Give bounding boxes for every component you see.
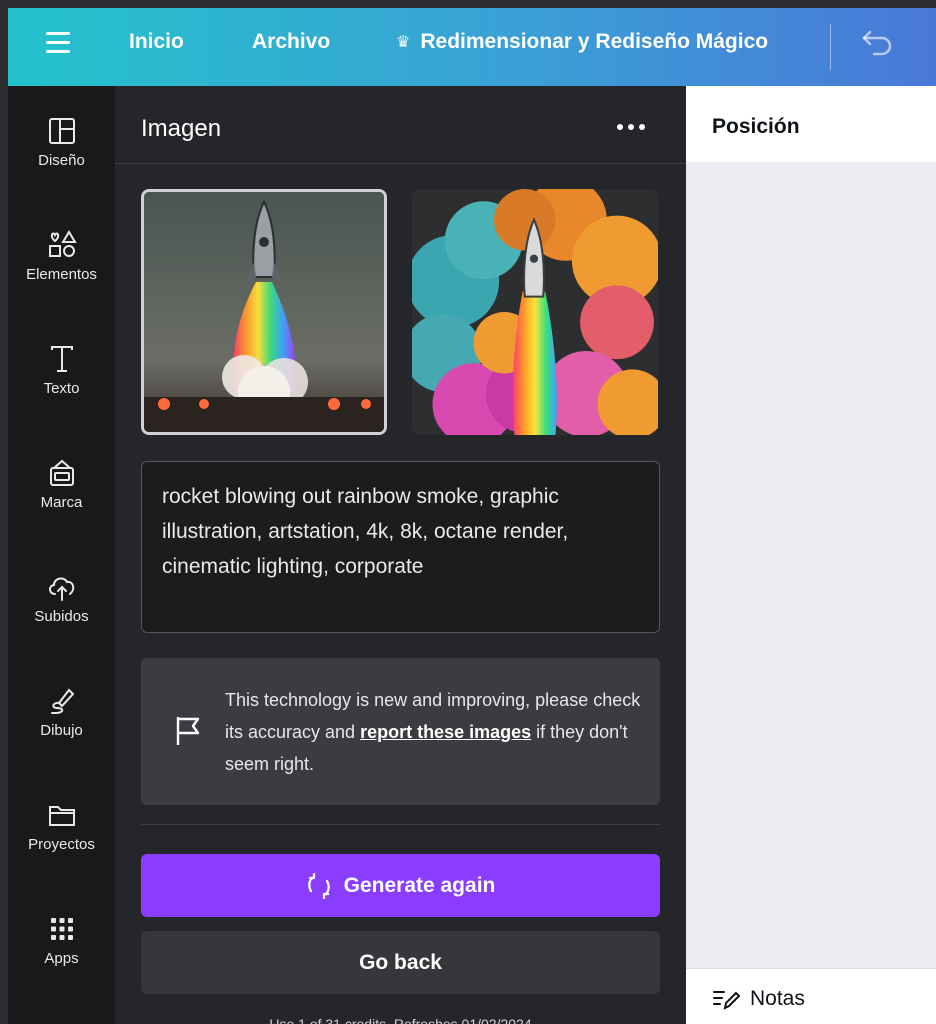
apps-grid-icon	[50, 918, 73, 940]
prompt-input[interactable]: rocket blowing out rainbow smoke, graphi…	[141, 461, 660, 633]
menu-inicio[interactable]: Inicio	[129, 30, 184, 54]
rail-item-apps[interactable]: Apps	[8, 912, 115, 1002]
rail-item-texto[interactable]: Texto	[8, 342, 115, 432]
rail-label: Texto	[43, 380, 80, 397]
generate-again-button[interactable]: Generate again	[141, 854, 660, 917]
rail-item-marca[interactable]: Marca	[8, 456, 115, 546]
accuracy-notice: This technology is new and improving, pl…	[141, 658, 660, 805]
shapes-icon	[48, 230, 77, 257]
image-panel: Imagen rocket blowing out rainbow smoke,…	[115, 86, 686, 1024]
layout-icon	[48, 118, 75, 144]
panel-divider-2	[141, 824, 660, 825]
brand-icon	[49, 459, 74, 486]
flag-icon	[176, 717, 200, 745]
undo-icon[interactable]	[860, 26, 896, 58]
generated-image-2[interactable]	[412, 189, 658, 435]
position-header: Posición	[686, 86, 936, 162]
bottom-bar: Notas	[686, 968, 936, 1024]
panel-title: Imagen	[141, 115, 222, 142]
magic-resize-button[interactable]: ♛ Redimensionar y Rediseño Mágico	[396, 30, 768, 54]
rail-label: Diseño	[38, 152, 85, 169]
credits-text: Use 1 of 31 credits. Refreshes 01/02/202…	[269, 1016, 532, 1024]
report-images-link[interactable]: report these images	[360, 722, 531, 742]
window-frame-top	[0, 0, 936, 8]
notice-text: This technology is new and improving, pl…	[225, 684, 645, 780]
notes-label: Notas	[750, 987, 805, 1010]
rail-label: Dibujo	[40, 722, 83, 739]
panel-divider	[115, 163, 686, 164]
rail-label: Subidos	[34, 608, 89, 625]
generate-again-label: Generate again	[343, 873, 496, 897]
rail-item-proyectos[interactable]: Proyectos	[8, 798, 115, 888]
rail-label: Proyectos	[28, 836, 95, 853]
rail-label: Elementos	[26, 266, 97, 283]
top-bar: Inicio Archivo ♛ Redimensionar y Rediseñ…	[8, 8, 936, 86]
rail-item-subidos[interactable]: Subidos	[8, 570, 115, 660]
rail-label: Marca	[40, 494, 83, 511]
notes-icon	[713, 991, 740, 1010]
topbar-divider	[830, 24, 831, 70]
generated-image-1[interactable]	[141, 189, 387, 435]
design-canvas-area[interactable]	[686, 162, 936, 968]
go-back-button[interactable]: Go back	[141, 931, 660, 994]
notes-button[interactable]: Notas	[712, 987, 805, 1011]
rail-label: Apps	[44, 950, 79, 967]
folder-icon	[48, 806, 75, 826]
rail-item-diseno[interactable]: Diseño	[8, 114, 115, 204]
position-title[interactable]: Posición	[712, 115, 800, 139]
refresh-icon	[307, 872, 330, 899]
side-nav-rail: Diseño Elementos Texto Marca Subidos Dib…	[8, 86, 115, 1024]
hamburger-menu-icon[interactable]	[46, 32, 70, 54]
window-frame-left	[0, 0, 8, 1024]
rail-item-elementos[interactable]: Elementos	[8, 228, 115, 318]
magic-resize-label: Redimensionar y Rediseño Mágico	[420, 30, 769, 53]
rail-item-dibujo[interactable]: Dibujo	[8, 684, 115, 774]
draw-icon	[50, 688, 74, 714]
more-options-icon[interactable]	[617, 118, 651, 136]
cloud-upload-icon	[48, 577, 74, 601]
crown-icon: ♛	[396, 34, 411, 51]
text-icon	[50, 346, 73, 372]
menu-archivo[interactable]: Archivo	[252, 30, 330, 54]
